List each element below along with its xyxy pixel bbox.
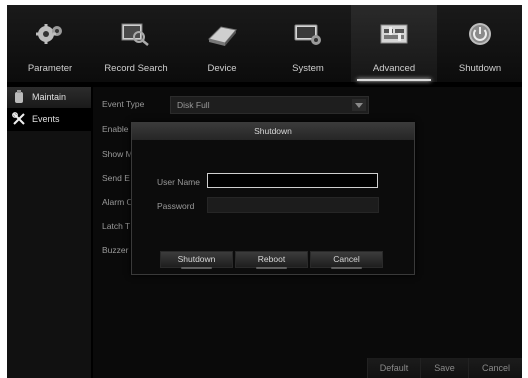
shutdown-button-label: Shutdown	[177, 254, 216, 264]
gears-icon	[36, 24, 62, 44]
system-monitor-icon	[294, 24, 321, 45]
power-icon	[469, 23, 491, 45]
button-glow	[181, 267, 212, 269]
dropdown-arrow-icon[interactable]	[352, 99, 366, 111]
advanced-settings-icon	[380, 24, 408, 44]
latch-time-label: Latch T	[102, 221, 131, 231]
shutdown-dialog: Shutdown User Name Password Shutdown Reb…	[131, 122, 415, 275]
nav-label: Parameter	[27, 63, 73, 74]
dialog-cancel-button[interactable]: Cancel	[310, 251, 383, 269]
cancel-button[interactable]: Cancel	[468, 358, 522, 378]
default-button[interactable]: Default	[367, 358, 420, 378]
show-message-label: Show M	[102, 149, 133, 159]
hard-drive-icon	[208, 26, 237, 46]
nav-shutdown[interactable]: Shutdown	[437, 5, 522, 82]
sidebar-item-maintain[interactable]: Maintain	[7, 87, 91, 109]
tools-icon	[12, 112, 25, 125]
nav-label: Shutdown	[458, 63, 502, 74]
enable-label: Enable	[102, 124, 129, 134]
sidebar-item-label: Events	[32, 114, 60, 124]
shutdown-button[interactable]: Shutdown	[160, 251, 233, 269]
sidebar: Maintain Events	[7, 87, 91, 378]
event-type-label: Event Type	[102, 99, 145, 109]
nav-advanced[interactable]: Advanced	[351, 5, 437, 82]
sidebar-item-events[interactable]: Events	[7, 109, 91, 131]
nav-parameter[interactable]: Parameter	[7, 5, 93, 82]
active-tab-indicator	[357, 79, 431, 81]
save-button[interactable]: Save	[420, 358, 468, 378]
button-glow	[331, 267, 362, 269]
nav-label: Device	[207, 63, 237, 74]
dialog-cancel-button-label: Cancel	[333, 254, 360, 264]
reboot-button-label: Reboot	[257, 254, 286, 264]
maintain-icon	[15, 90, 23, 103]
buzzer-label: Buzzer	[102, 245, 129, 255]
event-type-select[interactable]: Disk Full	[170, 96, 369, 114]
nav-system[interactable]: System	[265, 5, 351, 82]
button-glow	[256, 267, 287, 269]
top-navigation: Parameter Record Search Device System Ad…	[7, 5, 522, 82]
sidebar-item-label: Maintain	[32, 92, 67, 102]
username-label: User Name	[157, 177, 200, 187]
dialog-title: Shutdown	[132, 123, 414, 140]
nav-label: Advanced	[372, 63, 416, 74]
nav-record-search[interactable]: Record Search	[93, 5, 179, 82]
password-label: Password	[157, 201, 195, 211]
nav-label: Record Search	[104, 63, 168, 74]
alarm-out-label: Alarm O	[102, 197, 134, 207]
dvr-window: Parameter Record Search Device System Ad…	[7, 5, 522, 378]
nav-label: System	[292, 63, 324, 74]
username-input[interactable]	[207, 173, 378, 188]
password-input[interactable]	[207, 197, 379, 213]
event-type-value: Disk Full	[177, 100, 210, 110]
send-email-label: Send E	[102, 173, 130, 183]
record-search-icon	[121, 23, 149, 46]
nav-device[interactable]: Device	[179, 5, 265, 82]
reboot-button[interactable]: Reboot	[235, 251, 308, 269]
